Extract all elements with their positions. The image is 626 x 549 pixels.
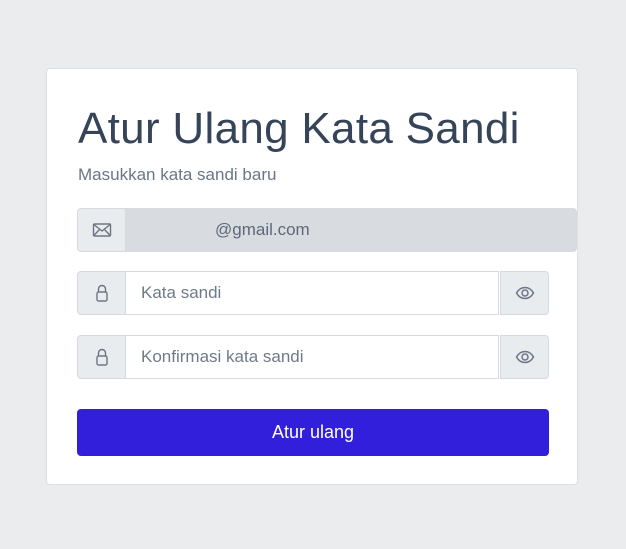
email-input-group bbox=[77, 208, 577, 252]
lock-icon bbox=[95, 283, 109, 303]
email-field[interactable] bbox=[125, 208, 577, 252]
toggle-password-visibility[interactable] bbox=[500, 271, 549, 315]
page-subtitle: Masukkan kata sandi baru bbox=[78, 165, 277, 184]
page-title: Atur Ulang Kata Sandi bbox=[78, 104, 520, 153]
password-input-group bbox=[77, 271, 549, 315]
password-addon bbox=[77, 271, 126, 315]
confirm-password-field[interactable] bbox=[125, 335, 499, 379]
eye-icon[interactable] bbox=[515, 286, 535, 300]
password-field[interactable] bbox=[125, 271, 499, 315]
eye-icon[interactable] bbox=[515, 350, 535, 364]
toggle-confirm-visibility[interactable] bbox=[500, 335, 549, 379]
confirm-password-addon bbox=[77, 335, 126, 379]
reset-password-card: Atur Ulang Kata Sandi Masukkan kata sand… bbox=[46, 68, 578, 485]
email-addon bbox=[77, 208, 126, 252]
lock-icon bbox=[95, 347, 109, 367]
reset-button[interactable]: Atur ulang bbox=[77, 409, 549, 456]
confirm-password-input-group bbox=[77, 335, 549, 379]
envelope-icon bbox=[92, 222, 112, 238]
